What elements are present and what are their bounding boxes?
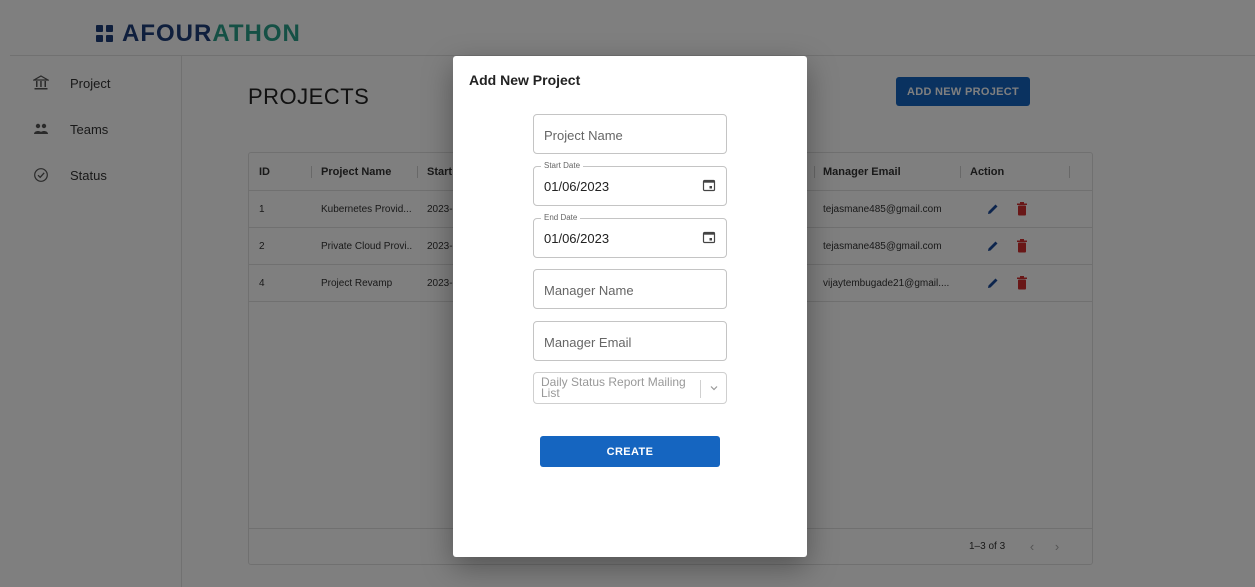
mailing-list-select[interactable]: Daily Status Report Mailing List: [533, 372, 727, 404]
manager-name-input[interactable]: [544, 280, 714, 300]
calendar-icon[interactable]: [702, 178, 716, 192]
add-project-dialog: Add New Project Start Date 01/06/2023 En…: [453, 56, 807, 557]
start-date-value[interactable]: 01/06/2023: [544, 179, 609, 194]
start-date-field[interactable]: Start Date 01/06/2023: [533, 161, 727, 206]
project-name-field[interactable]: [533, 114, 727, 154]
chevron-down-icon[interactable]: [708, 382, 720, 394]
create-button[interactable]: CREATE: [540, 436, 720, 467]
select-separator: [700, 380, 701, 398]
dialog-title: Add New Project: [469, 72, 581, 88]
project-name-input[interactable]: [544, 125, 714, 145]
end-date-field[interactable]: End Date 01/06/2023: [533, 213, 727, 258]
end-date-value[interactable]: 01/06/2023: [544, 231, 609, 246]
manager-email-field[interactable]: [533, 321, 727, 361]
end-date-label: End Date: [541, 213, 581, 222]
mailing-list-placeholder: Daily Status Report Mailing List: [541, 375, 686, 400]
calendar-icon[interactable]: [702, 230, 716, 244]
manager-name-field[interactable]: [533, 269, 727, 309]
start-date-label: Start Date: [541, 161, 584, 170]
manager-email-input[interactable]: [544, 332, 714, 352]
